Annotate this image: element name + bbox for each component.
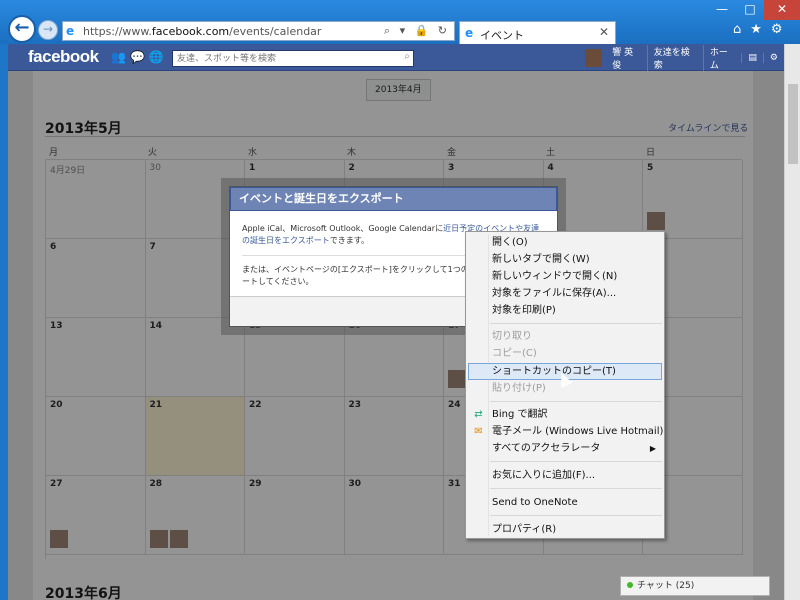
facebook-logo[interactable]: facebook <box>28 47 99 67</box>
bing-translate-icon: ⇄ <box>474 409 483 420</box>
menu-item-label: 対象をファイルに保存(A)... <box>492 288 617 299</box>
menu-item-open[interactable]: 開く(O) <box>468 234 662 251</box>
url-text[interactable]: https://www.facebook.com/events/calendar <box>83 25 321 38</box>
menu-item-label: 対象を印刷(P) <box>492 305 556 316</box>
chat-bar[interactable]: チャット (25) <box>620 576 770 596</box>
tab-close-icon[interactable]: ✕ <box>599 25 609 39</box>
menu-item-open-new-tab[interactable]: 新しいタブで開く(W) <box>468 251 662 268</box>
close-window-button[interactable]: ✕ <box>764 0 800 20</box>
chat-label: チャット (25) <box>637 581 695 591</box>
dialog-title: イベントと誕生日をエクスポート <box>230 187 557 211</box>
forward-button[interactable]: → <box>38 20 58 40</box>
vertical-scrollbar[interactable] <box>784 44 800 600</box>
search-icon[interactable]: ⌕ <box>404 51 410 62</box>
menu-item-email-hotmail[interactable]: ✉ 電子メール (Windows Live Hotmail) <box>468 423 664 440</box>
home-link[interactable]: ホーム <box>702 44 742 71</box>
menu-item-label: 開く(O) <box>492 237 528 248</box>
menu-item-label: プロパティ(R) <box>492 524 557 535</box>
menu-item-copy[interactable]: コピー(C) <box>468 345 662 362</box>
submenu-arrow-icon: ▶ <box>649 444 656 453</box>
menu-item-cut[interactable]: 切り取り <box>468 328 662 345</box>
menu-item-all-accelerators[interactable]: すべてのアクセラレータ ▶ <box>468 440 662 457</box>
menu-item-add-favorites[interactable]: お気に入りに追加(F)... <box>468 467 662 484</box>
new-tab-button[interactable] <box>618 24 638 42</box>
settings-gear-icon[interactable]: ⚙ <box>762 52 784 63</box>
minimize-button[interactable]: — <box>708 0 736 20</box>
menu-item-bing-translate[interactable]: ⇄ Bing で翻訳 <box>468 406 662 423</box>
avatar[interactable] <box>585 48 603 67</box>
maximize-button[interactable]: □ <box>736 0 764 20</box>
tab-events[interactable]: e イベント ✕ <box>459 21 616 44</box>
menu-separator <box>490 515 662 516</box>
menu-item-label: ショートカットのコピー(T) <box>492 366 616 377</box>
tab-label: イベント <box>480 29 524 42</box>
menu-item-label: お気に入りに追加(F)... <box>492 470 596 481</box>
menu-item-label: Send to OneNote <box>492 497 578 508</box>
menu-item-label: すべてのアクセラレータ <box>492 443 601 454</box>
online-status-icon <box>627 582 633 588</box>
menu-item-label: 新しいウィンドウで開く(N) <box>492 271 618 282</box>
url-path: /events/calendar <box>229 25 322 38</box>
menu-item-label: 切り取り <box>492 331 532 342</box>
menu-separator <box>490 488 662 489</box>
home-favorites-tools-icons[interactable]: ⌂★⚙ <box>733 22 792 37</box>
menu-separator <box>490 401 662 402</box>
find-friends-link[interactable]: 友達を検索 <box>646 44 703 71</box>
back-button[interactable]: ← <box>8 15 36 43</box>
modal-overlay <box>8 71 784 600</box>
ie-icon: e <box>66 24 75 38</box>
address-bar-icons[interactable]: ⌕ ▾ 🔒 ↻ <box>384 24 450 38</box>
menu-item-print-target[interactable]: 対象を印刷(P) <box>468 302 662 319</box>
back-arrow-icon: ← <box>14 17 30 38</box>
menu-item-label: 新しいタブで開く(W) <box>492 254 590 265</box>
menu-item-label: 電子メール (Windows Live Hotmail) <box>492 426 664 437</box>
menu-item-properties[interactable]: プロパティ(R) <box>468 521 662 538</box>
search-box[interactable]: ⌕ <box>172 50 414 67</box>
menu-item-label: Bing で翻訳 <box>492 409 548 420</box>
scrollbar-thumb[interactable] <box>788 84 798 164</box>
forward-arrow-icon: → <box>42 22 54 36</box>
header-right-nav: 響 英俊 友達を検索 ホーム ▤ ⚙ <box>585 44 784 71</box>
address-bar[interactable]: e https://www.facebook.com/events/calend… <box>62 21 455 41</box>
privacy-shortcuts-icon[interactable]: ▤ <box>741 52 763 63</box>
facebook-header: facebook 👥💬🌐 ⌕ 響 英俊 友達を検索 ホーム ▤ ⚙ <box>8 44 784 71</box>
url-prefix: https://www. <box>83 25 152 38</box>
dialog-text-before: Apple iCal、Microsoft Outlook、Google Cale… <box>242 224 444 233</box>
notification-icons[interactable]: 👥💬🌐 <box>111 50 168 64</box>
menu-item-label: 貼り付け(P) <box>492 383 546 394</box>
ie-tab-icon: e <box>465 26 474 40</box>
menu-item-open-new-window[interactable]: 新しいウィンドウで開く(N) <box>468 268 662 285</box>
menu-item-send-onenote[interactable]: Send to OneNote <box>468 494 662 511</box>
browser-titlebar: — □ ✕ ← → e https://www.facebook.com/eve… <box>0 0 800 44</box>
dialog-text-after: できます。 <box>329 236 369 245</box>
menu-item-label: コピー(C) <box>492 348 537 359</box>
search-input[interactable] <box>173 51 393 67</box>
menu-separator <box>490 323 662 324</box>
hotmail-icon: ✉ <box>474 426 483 437</box>
menu-separator <box>490 461 662 462</box>
url-domain: facebook.com <box>151 25 230 38</box>
profile-name-link[interactable]: 響 英俊 <box>606 45 647 71</box>
menu-item-save-target[interactable]: 対象をファイルに保存(A)... <box>468 285 662 302</box>
